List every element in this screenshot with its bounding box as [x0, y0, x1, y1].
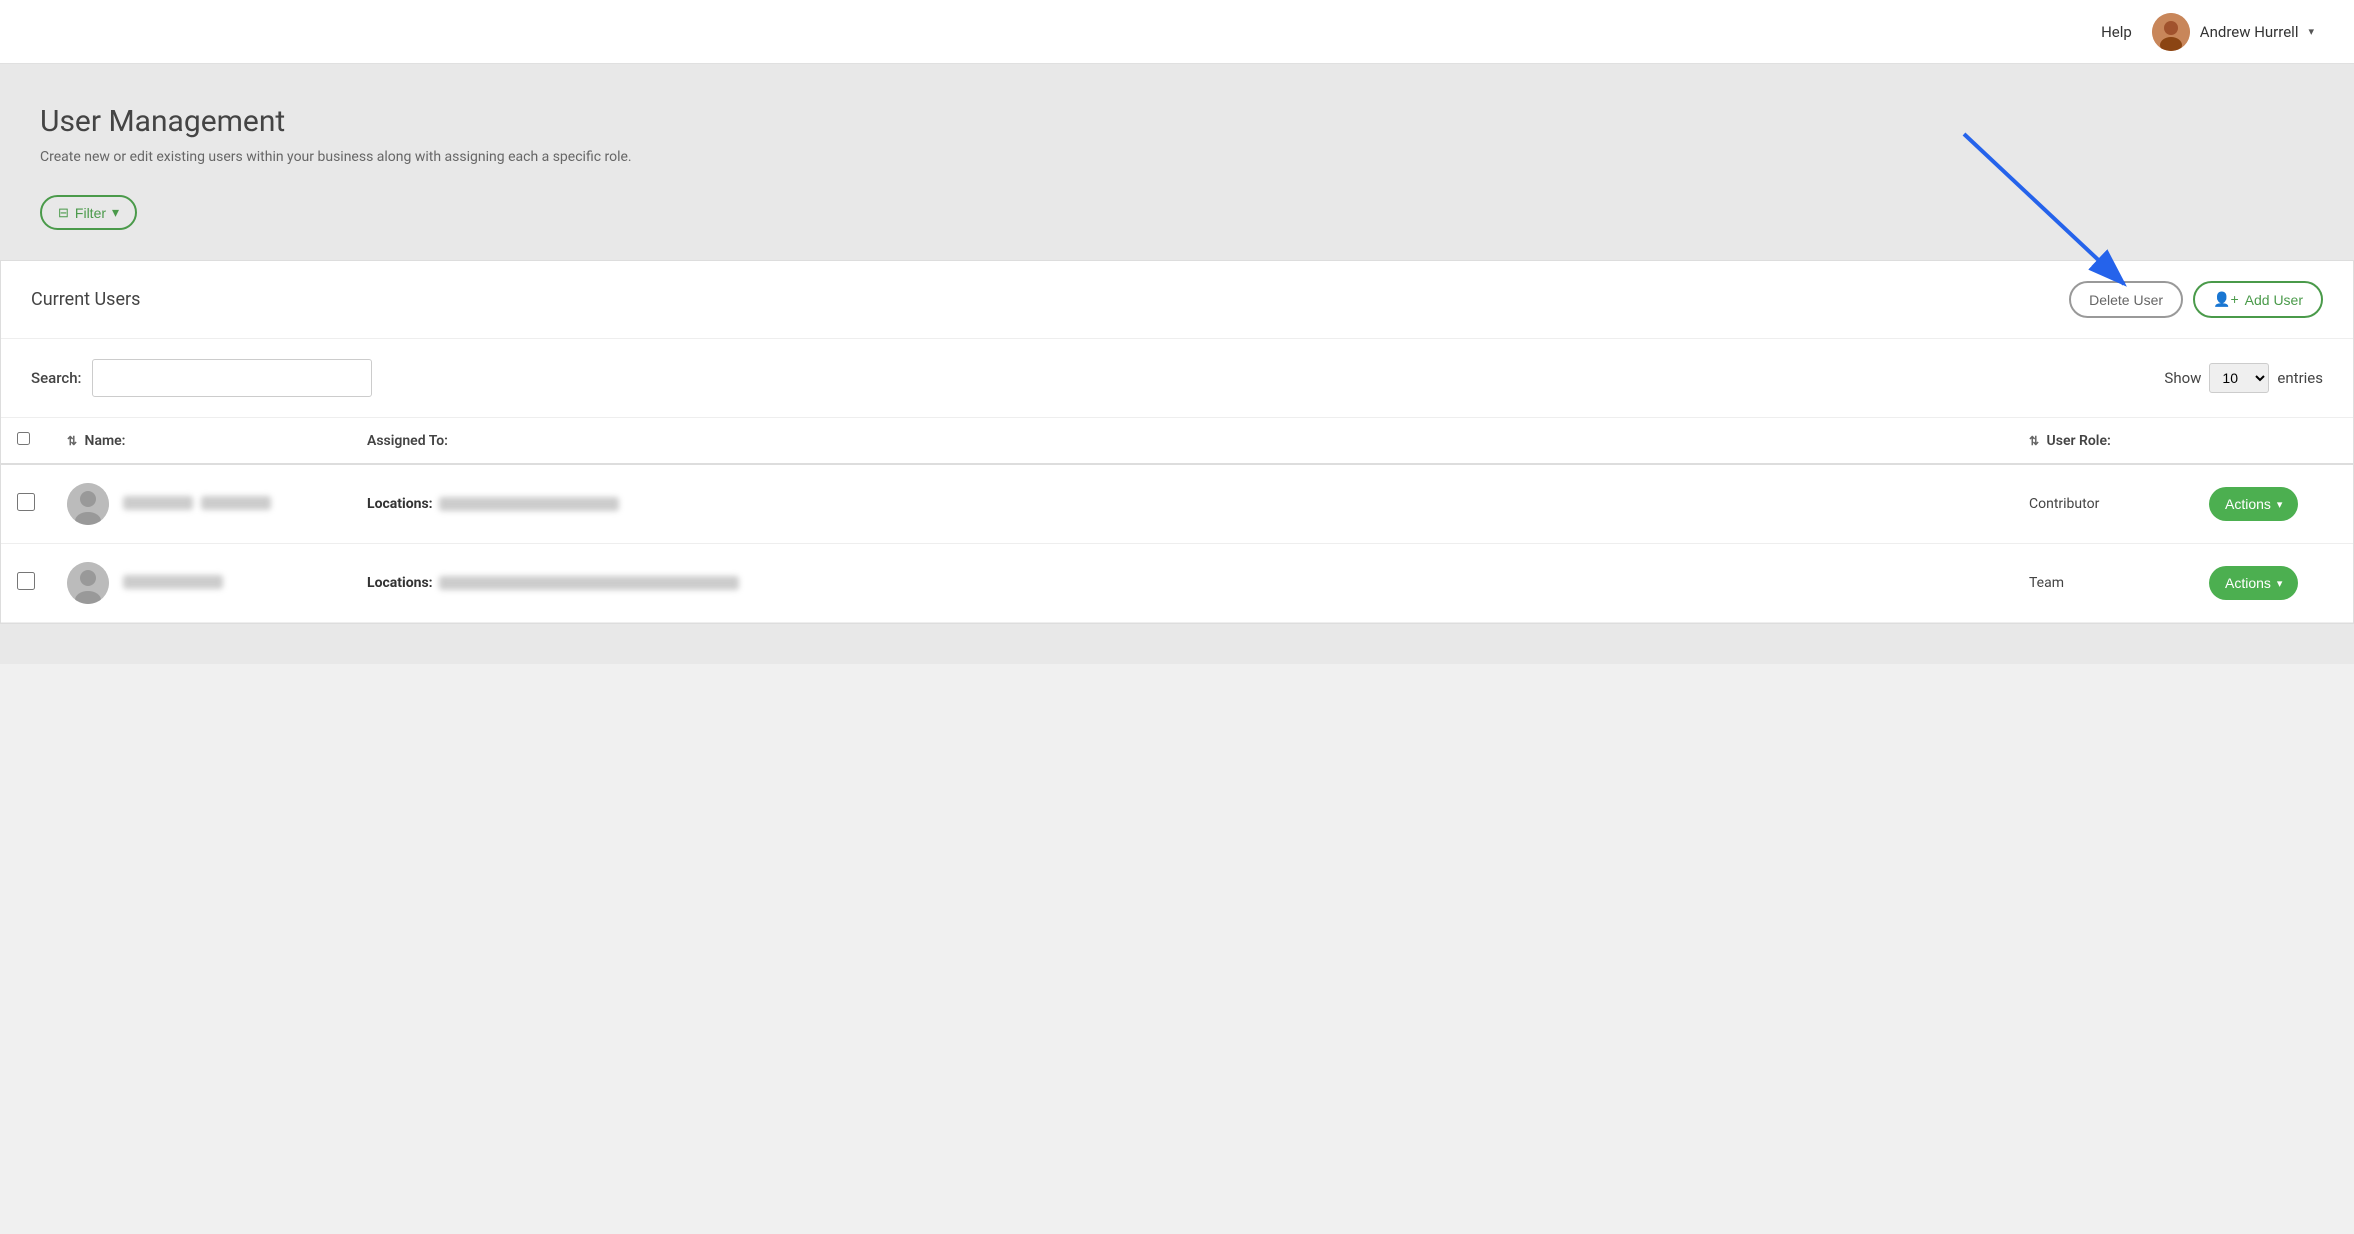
row-role-cell: Team: [2013, 544, 2193, 623]
table-row: Locations: Team Actions ▾: [1, 544, 2353, 623]
entries-label: entries: [2277, 369, 2323, 387]
show-label: Show: [2164, 369, 2201, 387]
search-row: Search: Show 10 25 50 entries: [1, 339, 2353, 418]
filter-button[interactable]: ⊟ Filter ▾: [40, 195, 137, 230]
users-table: ⇅ Name: Assigned To: ⇅ User Role:: [1, 418, 2353, 623]
assigned-label: Locations:: [367, 496, 433, 512]
chevron-down-icon: ▾: [2308, 25, 2314, 38]
sort-role-icon: ⇅: [2029, 434, 2039, 448]
actions-caret-icon: ▾: [2277, 577, 2283, 590]
entries-select[interactable]: 10 25 50: [2209, 363, 2269, 393]
col-role-label: User Role:: [2047, 433, 2111, 449]
user-cell: [67, 483, 335, 525]
page-header: User Management Create new or edit exist…: [0, 64, 2354, 260]
assigned-label: Locations:: [367, 575, 433, 591]
row-actions-cell: Actions ▾: [2193, 544, 2353, 623]
filter-label: Filter: [75, 205, 106, 221]
row-assigned-cell: Locations:: [351, 464, 2013, 544]
sort-name-icon: ⇅: [67, 434, 77, 448]
show-entries-control: Show 10 25 50 entries: [2164, 363, 2323, 393]
row-check-cell: [1, 464, 51, 544]
filter-chevron-icon: ▾: [112, 204, 119, 221]
add-user-label: Add User: [2245, 292, 2303, 308]
user-name-blurred: [123, 496, 271, 512]
assigned-cell: Locations:: [367, 496, 1997, 512]
add-user-button[interactable]: 👤+ Add User: [2193, 281, 2323, 318]
actions-label: Actions: [2225, 575, 2271, 591]
actions-caret-icon: ▾: [2277, 498, 2283, 511]
user-name-label: Andrew Hurrell: [2200, 23, 2299, 41]
search-left: Search:: [31, 359, 372, 397]
search-label: Search:: [31, 369, 82, 387]
col-header-role[interactable]: ⇅ User Role:: [2013, 418, 2193, 464]
actions-button[interactable]: Actions ▾: [2209, 487, 2298, 521]
card-header: Current Users Delete User 👤+ Add User: [1, 261, 2353, 339]
user-role: Contributor: [2029, 496, 2099, 512]
nav-right-section: Help Andrew Hurrell ▾: [2101, 13, 2314, 51]
actions-button[interactable]: Actions ▾: [2209, 566, 2298, 600]
col-assigned-label: Assigned To:: [367, 433, 448, 449]
col-header-name[interactable]: ⇅ Name:: [51, 418, 351, 464]
table-header-row: ⇅ Name: Assigned To: ⇅ User Role:: [1, 418, 2353, 464]
assigned-cell: Locations:: [367, 575, 1997, 591]
main-content: Current Users Delete User 👤+ Add User Se…: [0, 260, 2354, 664]
col-name-label: Name:: [85, 433, 126, 449]
user-role: Team: [2029, 575, 2064, 591]
row-checkbox[interactable]: [17, 493, 35, 511]
row-name-cell: [51, 544, 351, 623]
page-subtitle: Create new or edit existing users within…: [40, 149, 2314, 165]
user-name-blurred: [123, 575, 223, 591]
card-action-buttons: Delete User 👤+ Add User: [2069, 281, 2323, 318]
col-header-actions: [2193, 418, 2353, 464]
row-name-cell: [51, 464, 351, 544]
delete-user-button[interactable]: Delete User: [2069, 281, 2183, 318]
row-assigned-cell: Locations:: [351, 544, 2013, 623]
search-input[interactable]: [92, 359, 372, 397]
user-avatar: [67, 483, 109, 525]
user-profile-menu[interactable]: Andrew Hurrell ▾: [2152, 13, 2314, 51]
top-navigation: Help Andrew Hurrell ▾: [0, 0, 2354, 64]
add-user-icon: 👤+: [2213, 291, 2239, 308]
page-title: User Management: [40, 104, 2314, 139]
user-avatar: [67, 562, 109, 604]
help-link[interactable]: Help: [2101, 23, 2132, 41]
row-actions-cell: Actions ▾: [2193, 464, 2353, 544]
avatar: [2152, 13, 2190, 51]
table-row: Locations: Contributor Actions ▾: [1, 464, 2353, 544]
actions-label: Actions: [2225, 496, 2271, 512]
col-header-check: [1, 418, 51, 464]
card-title: Current Users: [31, 289, 140, 310]
content-card: Current Users Delete User 👤+ Add User Se…: [0, 260, 2354, 624]
user-cell: [67, 562, 335, 604]
row-role-cell: Contributor: [2013, 464, 2193, 544]
row-checkbox[interactable]: [17, 572, 35, 590]
select-all-checkbox[interactable]: [17, 432, 30, 445]
row-check-cell: [1, 544, 51, 623]
filter-icon: ⊟: [58, 205, 69, 221]
col-header-assigned: Assigned To:: [351, 418, 2013, 464]
